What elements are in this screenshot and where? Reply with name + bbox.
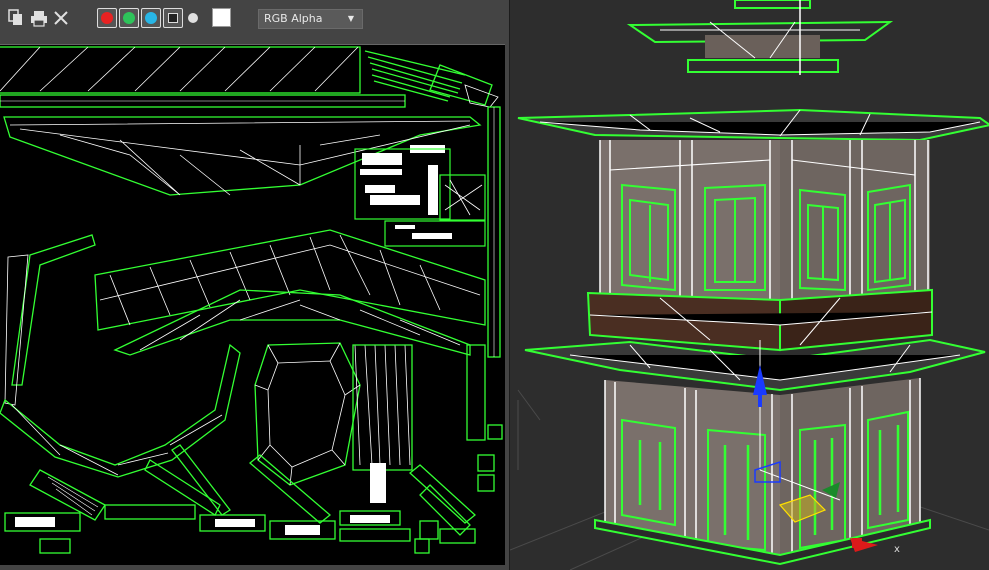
- chevron-down-icon: ▼: [347, 14, 354, 23]
- channel-select[interactable]: RGB Alpha ▼: [258, 9, 363, 29]
- channel-select-value: RGB Alpha: [264, 12, 323, 25]
- copy-icon[interactable]: [8, 8, 26, 28]
- uv-shell-top-strip: [0, 46, 361, 94]
- red-channel-button[interactable]: [97, 8, 117, 28]
- blue-channel-button[interactable]: [141, 8, 161, 28]
- upper-walls-mesh: [599, 140, 930, 300]
- alpha-channel-icon[interactable]: [163, 8, 183, 28]
- uv-toolbar: RGB Alpha ▼: [0, 0, 509, 38]
- green-channel-button[interactable]: [119, 8, 139, 28]
- close-icon[interactable]: [52, 8, 70, 28]
- dot-icon[interactable]: [186, 11, 200, 25]
- background-color-swatch[interactable]: [212, 8, 231, 27]
- gizmo-x-axis-label: x: [894, 544, 900, 555]
- perspective-viewport[interactable]: x: [510, 0, 989, 570]
- uv-editor-panel: RGB Alpha ▼: [0, 0, 510, 570]
- uv-canvas[interactable]: [0, 44, 505, 565]
- print-icon[interactable]: [30, 8, 48, 28]
- roof-cap-mesh: [626, 0, 894, 75]
- upper-roof-mesh: [517, 108, 989, 142]
